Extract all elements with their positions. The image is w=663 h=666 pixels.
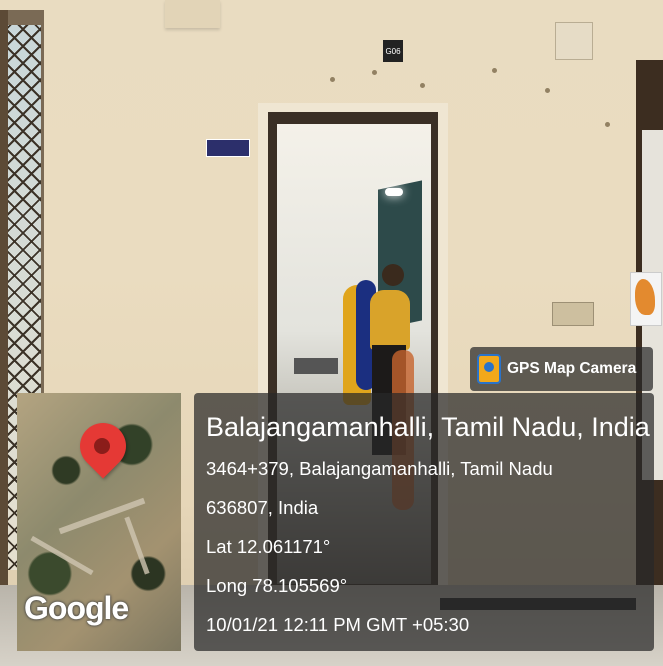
map-road xyxy=(124,516,150,575)
mannequin-head xyxy=(382,264,404,286)
gps-badge-label: GPS Map Camera xyxy=(507,360,637,377)
timestamp: 10/01/21 12:11 PM GMT +05:30 xyxy=(206,614,470,635)
map-road xyxy=(30,535,94,576)
address-line-1: 3464+379, Balajangamanhalli, Tamil Nadu xyxy=(206,458,553,479)
gps-map-camera-icon xyxy=(477,354,501,384)
wall-plaque xyxy=(552,302,594,326)
map-pin-dot xyxy=(94,438,110,454)
table xyxy=(294,358,338,374)
longitude: Long 78.105569° xyxy=(206,575,348,596)
wall-stain xyxy=(545,88,550,93)
wall-stain xyxy=(372,70,377,75)
window-frame xyxy=(0,10,8,610)
address-line-2: 636807, India xyxy=(206,497,319,518)
name-plate xyxy=(206,139,250,157)
switch-box xyxy=(555,22,593,60)
map-poster xyxy=(630,272,662,326)
location-title: Balajangamanhalli, Tamil Nadu, India xyxy=(206,412,650,442)
wall-stain xyxy=(605,122,610,127)
wall-stain xyxy=(420,83,425,88)
room-sign: G06 xyxy=(383,40,403,62)
mannequin-top xyxy=(370,290,410,350)
latitude: Lat 12.061171° xyxy=(206,536,331,557)
google-logo: Google xyxy=(24,590,129,626)
wall-stain xyxy=(330,77,335,82)
wall-stain xyxy=(492,68,497,73)
gps-map-camera-badge: GPS Map Camera xyxy=(470,347,653,391)
tube-light xyxy=(385,188,403,196)
ceiling-beam xyxy=(165,0,220,28)
